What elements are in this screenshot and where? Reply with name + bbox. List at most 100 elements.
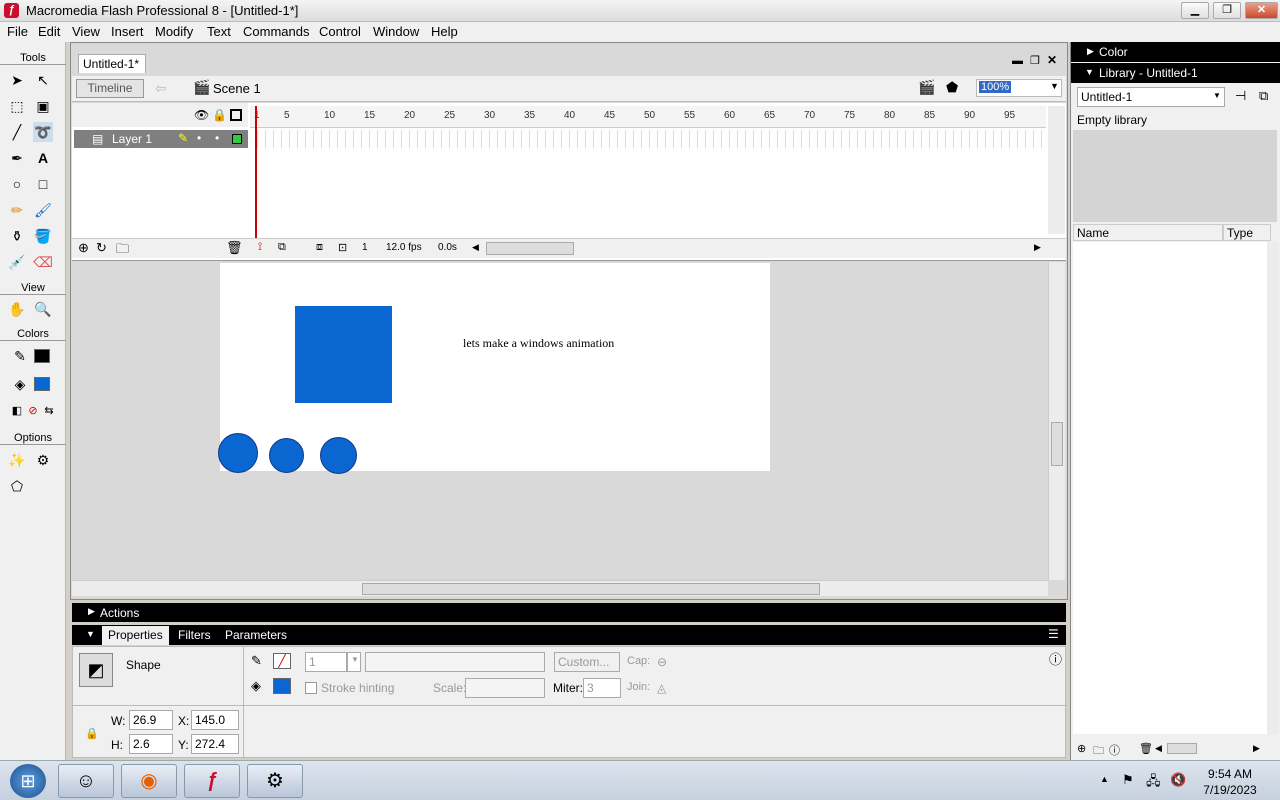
width-field[interactable]: 26.9	[129, 710, 173, 730]
fill-transform-tool-icon[interactable]: ▣	[33, 96, 53, 116]
stage-vscroll-thumb[interactable]	[1051, 422, 1063, 466]
help-icon[interactable]: ⓘ	[1049, 649, 1062, 668]
x-field[interactable]: 145.0	[191, 710, 239, 730]
zoom-tool-icon[interactable]: 🔍	[33, 299, 53, 319]
selection-tool-icon[interactable]: ➤	[7, 70, 27, 90]
pen-tool-icon[interactable]: ✒	[7, 148, 27, 168]
settings-taskbar-icon[interactable]: ⚙	[247, 764, 303, 798]
stroke-color-button[interactable]: ╱	[273, 653, 291, 669]
new-folder-icon[interactable]: 🗀	[1093, 742, 1104, 761]
menu-control[interactable]: Control	[319, 24, 361, 39]
menu-window[interactable]: Window	[373, 24, 419, 39]
stroke-hinting-checkbox[interactable]	[305, 682, 317, 694]
eye-icon[interactable]: 👁	[194, 108, 209, 122]
menu-help[interactable]: Help	[431, 24, 458, 39]
polygon-mode-icon[interactable]: ⬠	[7, 476, 27, 496]
stage[interactable]: lets make a windows animation	[220, 263, 770, 471]
delete-item-icon[interactable]: 🗑	[1139, 742, 1153, 755]
pencil-tool-icon[interactable]: ✏	[7, 200, 27, 220]
timeline-hscroll-thumb[interactable]	[486, 242, 574, 255]
height-field[interactable]: 2.6	[129, 734, 173, 754]
circle-shape-1[interactable]	[218, 433, 258, 473]
library-scrollbar[interactable]	[1267, 242, 1279, 734]
stroke-height-field[interactable]: 1	[305, 652, 347, 672]
scene-label[interactable]: Scene 1	[213, 81, 261, 96]
menu-text[interactable]: Text	[207, 24, 231, 39]
scale-select[interactable]	[465, 678, 545, 698]
tab-parameters[interactable]: Parameters	[225, 628, 287, 642]
add-layer-icon[interactable]: ⊕	[78, 240, 89, 256]
finder-taskbar-icon[interactable]: ☺	[58, 764, 114, 798]
column-type[interactable]: Type	[1223, 224, 1271, 241]
stage-hscroll-thumb[interactable]	[362, 583, 820, 595]
text-tool-icon[interactable]: A	[33, 148, 53, 168]
visible-dot-icon[interactable]: •	[197, 131, 201, 145]
color-panel-header[interactable]: ▶ Color	[1071, 42, 1280, 62]
doc-restore-icon[interactable]: ❐	[1030, 54, 1040, 67]
scroll-left-icon[interactable]: ◀	[472, 242, 479, 253]
layer-row[interactable]: ▤ Layer 1 ✎ • •	[74, 130, 248, 148]
back-arrow-icon[interactable]: ⇦	[155, 80, 167, 97]
action-center-flag-icon[interactable]: ⚑	[1122, 772, 1134, 788]
volume-muted-icon[interactable]: 🔇	[1170, 772, 1186, 788]
free-transform-tool-icon[interactable]: ⬚	[7, 96, 27, 116]
menu-edit[interactable]: Edit	[38, 24, 60, 39]
tray-expand-icon[interactable]: ▲	[1100, 774, 1109, 784]
blue-square-shape[interactable]	[295, 306, 392, 403]
menu-modify[interactable]: Modify	[155, 24, 193, 39]
firefox-taskbar-icon[interactable]: ◉	[121, 764, 177, 798]
custom-button[interactable]: Custom...	[554, 652, 620, 672]
library-select[interactable]: Untitled-1	[1077, 87, 1225, 107]
line-tool-icon[interactable]: ╱	[7, 122, 27, 142]
zoom-dropdown-icon[interactable]: ▼	[1050, 81, 1059, 91]
stage-vscroll[interactable]	[1048, 262, 1065, 580]
layer-outline-color[interactable]	[232, 134, 242, 144]
stroke-height-dropdown-icon[interactable]: ▼	[347, 652, 361, 672]
ink-bottle-tool-icon[interactable]: ⚱	[7, 226, 27, 246]
doc-close-icon[interactable]: ✕	[1047, 53, 1057, 67]
magic-wand-icon[interactable]: ✨	[7, 450, 27, 470]
collapse-arrow-icon[interactable]: ▼	[86, 629, 95, 639]
hand-tool-icon[interactable]: ✋	[7, 299, 27, 319]
edit-symbols-icon[interactable]: ⬟	[946, 79, 958, 96]
circle-shape-2[interactable]	[269, 438, 304, 473]
circle-shape-3[interactable]	[320, 437, 357, 474]
doc-minimize-icon[interactable]: ▬	[1012, 55, 1023, 67]
add-motion-guide-icon[interactable]: ↻	[96, 240, 107, 256]
add-folder-icon[interactable]: 🗀	[116, 240, 129, 262]
cap-icon[interactable]: ⊖	[657, 655, 667, 669]
edit-multiple-icon[interactable]: ⊡	[338, 241, 347, 254]
actions-panel-header[interactable]: ▶ Actions	[72, 603, 1066, 622]
scroll-right-icon[interactable]: ▶	[1253, 743, 1260, 754]
new-symbol-icon[interactable]: ⊕	[1077, 742, 1086, 755]
menu-insert[interactable]: Insert	[111, 24, 144, 39]
menu-view[interactable]: View	[72, 24, 100, 39]
fill-color-swatch[interactable]	[34, 377, 50, 391]
stroke-color-swatch[interactable]	[34, 349, 50, 363]
library-select-arrow-icon[interactable]: ▼	[1213, 91, 1221, 100]
stroke-style-select[interactable]	[365, 652, 545, 672]
subselection-tool-icon[interactable]: ↖	[33, 70, 53, 90]
new-library-panel-icon[interactable]: ⧉	[1259, 88, 1268, 104]
frame-ruler[interactable]: 1 5 10 15 20 25 30 35 40 45 50 55 60 65 …	[250, 106, 1046, 128]
lasso-tool-icon[interactable]: ➰	[33, 122, 53, 142]
pin-library-icon[interactable]: ⊣	[1235, 88, 1246, 104]
eraser-tool-icon[interactable]: ⌫	[33, 252, 53, 272]
brush-tool-icon[interactable]: 🖌	[33, 200, 53, 220]
restore-button[interactable]: ❐	[1213, 2, 1241, 19]
start-button[interactable]: ⊞	[10, 764, 46, 798]
scroll-left-icon[interactable]: ◀	[1155, 743, 1162, 754]
outline-icon[interactable]	[230, 109, 242, 121]
rectangle-tool-icon[interactable]: □	[33, 174, 53, 194]
swap-colors-icon[interactable]: ⇆	[39, 401, 59, 421]
menu-file[interactable]: File	[7, 24, 28, 39]
menu-commands[interactable]: Commands	[243, 24, 309, 39]
library-list[interactable]	[1073, 242, 1267, 734]
flash-taskbar-icon[interactable]: ƒ	[184, 764, 240, 798]
timeline-toggle-button[interactable]: Timeline	[76, 79, 144, 98]
tab-filters[interactable]: Filters	[178, 628, 211, 642]
properties-icon[interactable]: ⓘ	[1109, 742, 1120, 758]
clock-time[interactable]: 9:54 AM	[1202, 767, 1258, 781]
miter-field[interactable]: 3	[583, 678, 621, 698]
frame-cells[interactable]	[250, 130, 1046, 148]
